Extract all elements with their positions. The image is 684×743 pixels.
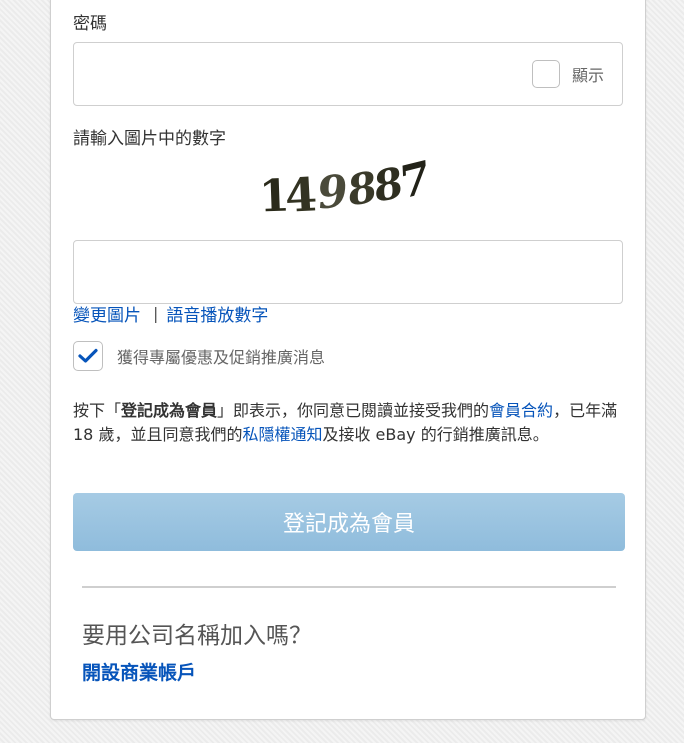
promo-label: 獲得專屬優惠及促銷推廣消息 (117, 348, 326, 367)
password-field-wrapper: 顯示 (73, 42, 623, 106)
terms-bold: 登記成為會員 (121, 401, 218, 420)
captcha-image: 1 4 9 8 8 7 (258, 152, 436, 219)
captcha-input[interactable] (74, 241, 522, 303)
link-separator: | (153, 304, 159, 323)
captcha-field-wrapper (73, 240, 623, 304)
show-password-checkbox[interactable] (531, 60, 560, 88)
audio-captcha-link[interactable]: 語音播放數字 (166, 301, 268, 326)
password-label: 密碼 (73, 14, 107, 34)
user-agreement-link[interactable]: 會員合約 (489, 401, 553, 420)
captcha-links: 變更圖片 | 語音播放數字 (73, 301, 268, 326)
checkmark-icon (78, 348, 98, 363)
show-password-label: 顯示 (571, 66, 604, 85)
password-input[interactable] (74, 43, 522, 105)
terms-part4: 及接收 eBay 的行銷推廣訊息。 (322, 425, 549, 444)
change-image-link[interactable]: 變更圖片 (73, 301, 141, 326)
terms-part2: 」即表示，你同意已閱讀並接受我們的 (217, 401, 490, 420)
business-account-link[interactable]: 開設商業帳戶 (82, 658, 196, 685)
promo-option[interactable]: 獲得專屬優惠及促銷推廣消息 (73, 341, 325, 371)
section-divider (82, 586, 616, 588)
terms-part1: 按下「 (73, 401, 122, 420)
privacy-notice-link[interactable]: 私隱權通知 (242, 425, 322, 444)
terms-text: 按下「登記成為會員」即表示，你同意已閱讀並接受我們的會員合約，已年滿 18 歲，… (73, 399, 627, 447)
registration-card: 密碼 顯示 請輸入圖片中的數字 1 4 9 8 8 7 變更圖片 | 語音播放數… (50, 0, 646, 720)
show-password-toggle[interactable]: 顯示 (531, 60, 604, 88)
captcha-text: 1 4 9 8 8 7 (258, 152, 436, 219)
promo-checkbox[interactable] (73, 341, 103, 371)
register-button[interactable]: 登記成為會員 (73, 493, 625, 551)
business-question: 要用公司名稱加入嗎？ (82, 623, 312, 649)
captcha-label: 請輸入圖片中的數字 (73, 129, 226, 149)
captcha-char: 4 (284, 167, 319, 219)
